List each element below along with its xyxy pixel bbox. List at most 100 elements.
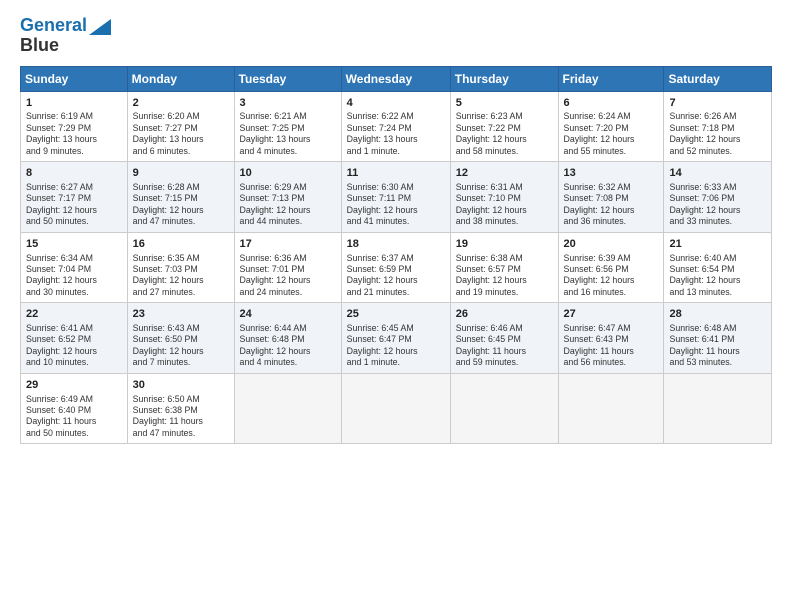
day-info: Sunrise: 6:33 AM Sunset: 7:06 PM Dayligh… [669,182,766,228]
day-info: Sunrise: 6:50 AM Sunset: 6:38 PM Dayligh… [133,394,229,440]
day-number: 12 [456,166,553,181]
day-number: 17 [240,237,336,252]
weekday-header: Wednesday [341,66,450,91]
day-info: Sunrise: 6:38 AM Sunset: 6:57 PM Dayligh… [456,253,553,299]
calendar-cell [450,373,558,444]
calendar-cell [341,373,450,444]
logo: General Blue [20,16,111,56]
calendar: SundayMondayTuesdayWednesdayThursdayFrid… [20,66,772,445]
page: General Blue SundayMondayTuesdayWednesda… [0,0,792,612]
weekday-header: Saturday [664,66,772,91]
calendar-cell: 30Sunrise: 6:50 AM Sunset: 6:38 PM Dayli… [127,373,234,444]
calendar-cell: 5Sunrise: 6:23 AM Sunset: 7:22 PM Daylig… [450,91,558,162]
day-number: 6 [564,96,659,111]
day-number: 18 [347,237,445,252]
day-number: 25 [347,307,445,322]
calendar-cell [234,373,341,444]
calendar-week-row: 29Sunrise: 6:49 AM Sunset: 6:40 PM Dayli… [21,373,772,444]
day-info: Sunrise: 6:37 AM Sunset: 6:59 PM Dayligh… [347,253,445,299]
calendar-cell: 15Sunrise: 6:34 AM Sunset: 7:04 PM Dayli… [21,232,128,303]
day-info: Sunrise: 6:29 AM Sunset: 7:13 PM Dayligh… [240,182,336,228]
day-number: 13 [564,166,659,181]
weekday-header: Friday [558,66,664,91]
day-info: Sunrise: 6:40 AM Sunset: 6:54 PM Dayligh… [669,253,766,299]
day-info: Sunrise: 6:47 AM Sunset: 6:43 PM Dayligh… [564,323,659,369]
day-info: Sunrise: 6:48 AM Sunset: 6:41 PM Dayligh… [669,323,766,369]
day-info: Sunrise: 6:23 AM Sunset: 7:22 PM Dayligh… [456,111,553,157]
day-number: 9 [133,166,229,181]
day-info: Sunrise: 6:46 AM Sunset: 6:45 PM Dayligh… [456,323,553,369]
calendar-cell: 28Sunrise: 6:48 AM Sunset: 6:41 PM Dayli… [664,303,772,374]
day-number: 5 [456,96,553,111]
calendar-cell: 16Sunrise: 6:35 AM Sunset: 7:03 PM Dayli… [127,232,234,303]
day-info: Sunrise: 6:45 AM Sunset: 6:47 PM Dayligh… [347,323,445,369]
day-number: 11 [347,166,445,181]
calendar-cell: 12Sunrise: 6:31 AM Sunset: 7:10 PM Dayli… [450,162,558,233]
calendar-header-row: SundayMondayTuesdayWednesdayThursdayFrid… [21,66,772,91]
calendar-cell: 9Sunrise: 6:28 AM Sunset: 7:15 PM Daylig… [127,162,234,233]
calendar-week-row: 22Sunrise: 6:41 AM Sunset: 6:52 PM Dayli… [21,303,772,374]
day-info: Sunrise: 6:26 AM Sunset: 7:18 PM Dayligh… [669,111,766,157]
day-number: 26 [456,307,553,322]
day-number: 2 [133,96,229,111]
calendar-cell: 3Sunrise: 6:21 AM Sunset: 7:25 PM Daylig… [234,91,341,162]
calendar-cell: 21Sunrise: 6:40 AM Sunset: 6:54 PM Dayli… [664,232,772,303]
calendar-week-row: 1Sunrise: 6:19 AM Sunset: 7:29 PM Daylig… [21,91,772,162]
calendar-week-row: 8Sunrise: 6:27 AM Sunset: 7:17 PM Daylig… [21,162,772,233]
day-info: Sunrise: 6:24 AM Sunset: 7:20 PM Dayligh… [564,111,659,157]
day-number: 21 [669,237,766,252]
day-number: 30 [133,378,229,393]
day-info: Sunrise: 6:49 AM Sunset: 6:40 PM Dayligh… [26,394,122,440]
day-info: Sunrise: 6:31 AM Sunset: 7:10 PM Dayligh… [456,182,553,228]
weekday-header: Thursday [450,66,558,91]
calendar-cell: 23Sunrise: 6:43 AM Sunset: 6:50 PM Dayli… [127,303,234,374]
day-number: 24 [240,307,336,322]
day-info: Sunrise: 6:34 AM Sunset: 7:04 PM Dayligh… [26,253,122,299]
calendar-cell: 2Sunrise: 6:20 AM Sunset: 7:27 PM Daylig… [127,91,234,162]
calendar-cell: 13Sunrise: 6:32 AM Sunset: 7:08 PM Dayli… [558,162,664,233]
calendar-cell: 20Sunrise: 6:39 AM Sunset: 6:56 PM Dayli… [558,232,664,303]
day-info: Sunrise: 6:21 AM Sunset: 7:25 PM Dayligh… [240,111,336,157]
day-info: Sunrise: 6:36 AM Sunset: 7:01 PM Dayligh… [240,253,336,299]
calendar-cell: 25Sunrise: 6:45 AM Sunset: 6:47 PM Dayli… [341,303,450,374]
day-info: Sunrise: 6:19 AM Sunset: 7:29 PM Dayligh… [26,111,122,157]
day-number: 15 [26,237,122,252]
day-number: 29 [26,378,122,393]
day-number: 14 [669,166,766,181]
calendar-week-row: 15Sunrise: 6:34 AM Sunset: 7:04 PM Dayli… [21,232,772,303]
calendar-cell [664,373,772,444]
day-info: Sunrise: 6:39 AM Sunset: 6:56 PM Dayligh… [564,253,659,299]
day-number: 7 [669,96,766,111]
weekday-header: Tuesday [234,66,341,91]
day-number: 10 [240,166,336,181]
calendar-cell: 29Sunrise: 6:49 AM Sunset: 6:40 PM Dayli… [21,373,128,444]
calendar-cell: 22Sunrise: 6:41 AM Sunset: 6:52 PM Dayli… [21,303,128,374]
day-info: Sunrise: 6:30 AM Sunset: 7:11 PM Dayligh… [347,182,445,228]
calendar-cell: 26Sunrise: 6:46 AM Sunset: 6:45 PM Dayli… [450,303,558,374]
day-info: Sunrise: 6:27 AM Sunset: 7:17 PM Dayligh… [26,182,122,228]
day-number: 16 [133,237,229,252]
weekday-header: Monday [127,66,234,91]
day-info: Sunrise: 6:44 AM Sunset: 6:48 PM Dayligh… [240,323,336,369]
day-info: Sunrise: 6:20 AM Sunset: 7:27 PM Dayligh… [133,111,229,157]
day-number: 19 [456,237,553,252]
day-number: 4 [347,96,445,111]
day-number: 8 [26,166,122,181]
day-number: 20 [564,237,659,252]
logo-text: General [20,16,87,36]
calendar-cell: 24Sunrise: 6:44 AM Sunset: 6:48 PM Dayli… [234,303,341,374]
day-number: 22 [26,307,122,322]
day-info: Sunrise: 6:22 AM Sunset: 7:24 PM Dayligh… [347,111,445,157]
calendar-cell: 14Sunrise: 6:33 AM Sunset: 7:06 PM Dayli… [664,162,772,233]
day-number: 23 [133,307,229,322]
header: General Blue [20,16,772,56]
day-info: Sunrise: 6:35 AM Sunset: 7:03 PM Dayligh… [133,253,229,299]
logo-icon [89,19,111,35]
calendar-cell: 11Sunrise: 6:30 AM Sunset: 7:11 PM Dayli… [341,162,450,233]
calendar-cell: 1Sunrise: 6:19 AM Sunset: 7:29 PM Daylig… [21,91,128,162]
calendar-cell: 18Sunrise: 6:37 AM Sunset: 6:59 PM Dayli… [341,232,450,303]
calendar-cell: 27Sunrise: 6:47 AM Sunset: 6:43 PM Dayli… [558,303,664,374]
day-info: Sunrise: 6:32 AM Sunset: 7:08 PM Dayligh… [564,182,659,228]
day-info: Sunrise: 6:41 AM Sunset: 6:52 PM Dayligh… [26,323,122,369]
calendar-cell: 7Sunrise: 6:26 AM Sunset: 7:18 PM Daylig… [664,91,772,162]
